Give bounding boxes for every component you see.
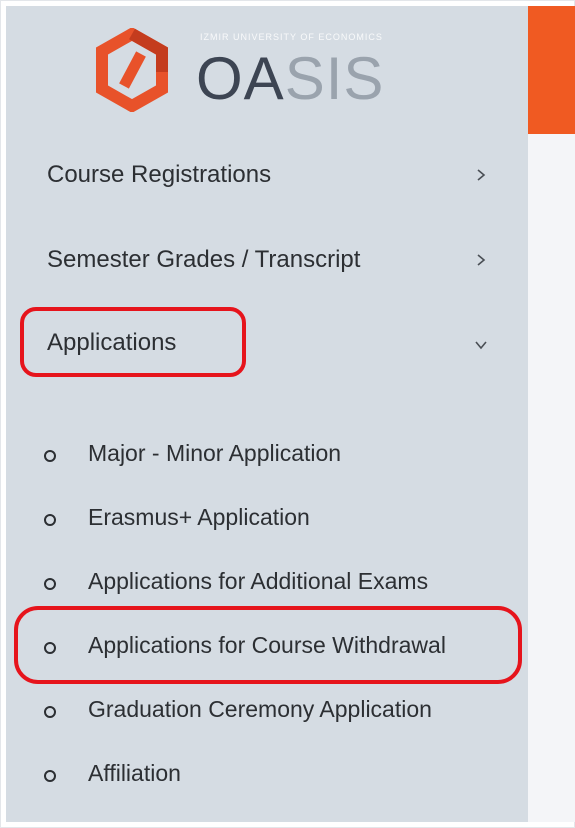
submenu-item-label: Major - Minor Application [88, 440, 342, 466]
circle-bullet-icon [44, 514, 56, 526]
circle-bullet-icon [44, 450, 56, 462]
submenu-item-label: Erasmus+ Application [88, 504, 310, 530]
submenu-item-additional-exams[interactable]: Applications for Additional Exams [6, 564, 528, 612]
submenu-item-affiliation[interactable]: Affiliation [6, 756, 528, 804]
menu-item-label: Semester Grades / Transcript [47, 246, 361, 273]
submenu-item-erasmus[interactable]: Erasmus+ Application [6, 500, 528, 548]
circle-bullet-icon [44, 642, 56, 654]
chevron-right-icon [477, 254, 486, 266]
menu-item-label: Course Registrations [47, 161, 272, 188]
oasis-logo[interactable]: IZMIR UNIVERSITY OF ECONOMICS OASIS [94, 24, 424, 120]
submenu-item-graduation-ceremony[interactable]: Graduation Ceremony Application [6, 692, 528, 740]
logo-subtitle: IZMIR UNIVERSITY OF ECONOMICS [200, 32, 383, 42]
submenu-item-course-withdrawal[interactable]: Applications for Course Withdrawal [6, 628, 528, 676]
menu-item-label: Applications [47, 329, 177, 356]
menu-item-course-registrations[interactable]: Course Registrations [6, 146, 528, 206]
logo-wordmark: OASIS [196, 44, 384, 114]
circle-bullet-icon [44, 770, 56, 782]
top-bar [528, 6, 575, 134]
logo-wordmark-dark: OA [196, 45, 285, 112]
logo-wordmark-light: SIS [284, 45, 385, 112]
hexagon-logo-icon [96, 28, 168, 112]
menu-item-applications[interactable]: Applications [6, 314, 528, 374]
circle-bullet-icon [44, 578, 56, 590]
submenu-item-label: Affiliation [88, 760, 181, 786]
submenu-item-label: Graduation Ceremony Application [88, 696, 432, 722]
menu-item-semester-grades[interactable]: Semester Grades / Transcript [6, 231, 528, 291]
chevron-right-icon [477, 169, 486, 181]
submenu-item-label: Applications for Course Withdrawal [88, 632, 446, 658]
circle-bullet-icon [44, 706, 56, 718]
submenu-item-major-minor[interactable]: Major - Minor Application [6, 436, 528, 484]
submenu-item-label: Applications for Additional Exams [88, 568, 429, 594]
chevron-down-icon [475, 341, 487, 350]
